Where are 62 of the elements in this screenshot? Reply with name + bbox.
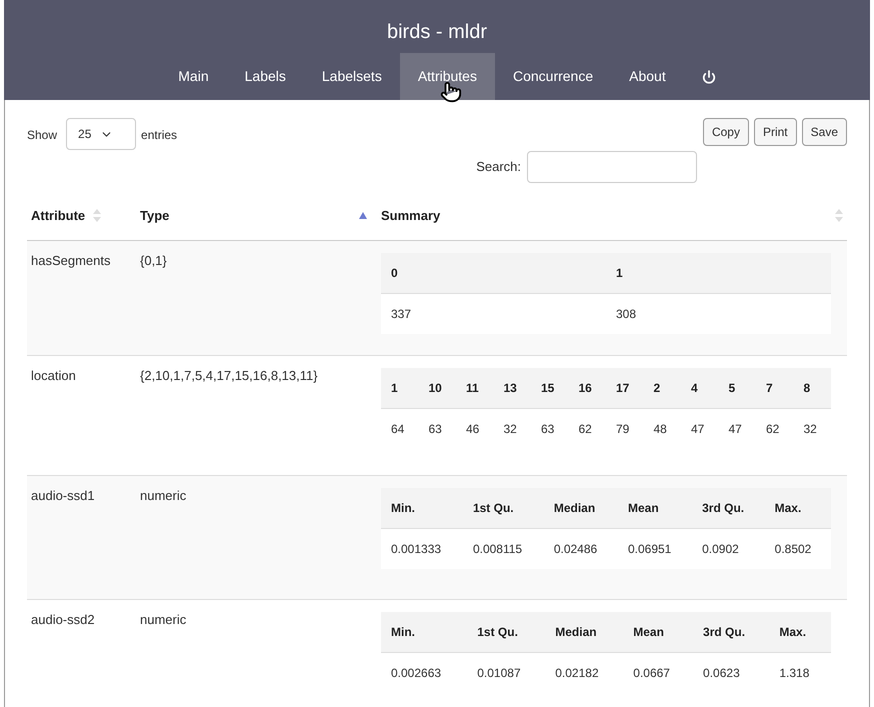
- search-label: Search:: [476, 158, 521, 176]
- attribute-cell-text: audio-ssd2: [30, 611, 96, 629]
- summary-header-cell: 0: [381, 253, 606, 294]
- export-button[interactable]: Copy: [702, 118, 749, 146]
- nav-tab[interactable]: Labelsets: [304, 53, 400, 100]
- nav-tab[interactable]: Concurrence: [494, 53, 612, 100]
- summary-value-cell: 0.06951: [618, 528, 692, 569]
- column-header[interactable]: Type: [140, 191, 381, 240]
- column-header[interactable]: Summary: [381, 191, 847, 240]
- summary-header-cell: Min.: [381, 612, 468, 652]
- entries-label: entries: [141, 127, 178, 144]
- column-header[interactable]: Attribute: [27, 191, 140, 240]
- summary-header-cell: 1: [606, 253, 831, 294]
- summary-header-cell: 5: [718, 368, 756, 408]
- summary-header-cell: 3rd Qu.: [692, 488, 765, 528]
- summary-header-cell: Max.: [769, 612, 831, 652]
- summary-header-cell: Mean: [623, 612, 694, 652]
- summary-value-cell: 0.0902: [692, 528, 765, 569]
- type-cell-text: {2,10,1,7,5,4,17,15,16,8,13,11}: [140, 367, 319, 385]
- show-label: Show: [27, 127, 58, 144]
- summary-value-cell: 308: [606, 294, 831, 334]
- summary-header-cell: 1st Qu.: [467, 612, 546, 652]
- summary-header-cell: Median: [545, 612, 624, 652]
- nav-tab[interactable]: Attributes: [400, 53, 495, 100]
- summary-header-cell: 1: [381, 368, 418, 408]
- type-cell-text: numeric: [140, 611, 188, 629]
- type-cell-text: {0,1}: [140, 252, 168, 270]
- summary-header-cell: Median: [544, 488, 618, 528]
- power-icon: [702, 70, 716, 84]
- summary-header-cell: 11: [456, 368, 494, 408]
- summary-value-cell: 0.02486: [544, 528, 618, 569]
- attribute-cell-text: audio-ssd1: [30, 487, 96, 505]
- entries-dropdown[interactable]: 25: [66, 118, 136, 150]
- type-cell-text: numeric: [140, 487, 188, 505]
- summary-header-cell: 4: [681, 368, 718, 408]
- summary-header-cell: 16: [568, 368, 606, 408]
- hand-cursor-icon: [440, 81, 462, 103]
- summary-value-cell: 0.001333: [381, 528, 463, 569]
- attribute-cell-text: hasSegments: [30, 252, 112, 270]
- nav-tab[interactable]: Main: [160, 53, 227, 100]
- summary-header-cell: 13: [494, 368, 531, 408]
- export-button[interactable]: Print: [754, 118, 797, 146]
- nav-tab[interactable]: Labels: [226, 53, 304, 100]
- attribute-cell-text: location: [30, 367, 77, 385]
- summary-value-cell: 0.008115: [462, 528, 544, 569]
- search-field[interactable]: [527, 151, 697, 183]
- summary-header-cell: 10: [418, 368, 456, 408]
- summary-header-cell: 1st Qu.: [462, 488, 544, 528]
- summary-header-cell: 15: [531, 368, 568, 408]
- summary-header-cell: 7: [756, 368, 794, 408]
- summary-value-cell: 337: [381, 294, 606, 334]
- summary-header-cell: Min.: [381, 488, 463, 528]
- summary-header-cell: 17: [606, 368, 644, 408]
- summary-header-cell: Max.: [764, 488, 831, 528]
- summary-header-cell: 8: [794, 368, 831, 408]
- app-title: birds - mldr: [386, 20, 487, 44]
- summary-header-cell: Mean: [618, 488, 692, 528]
- summary-value-cell: 0.8502: [764, 528, 831, 569]
- export-button[interactable]: Save: [802, 118, 847, 146]
- summary-header-cell: 3rd Qu.: [693, 612, 770, 652]
- summary-header-cell: 2: [644, 368, 681, 408]
- nav-tab[interactable]: About: [611, 53, 684, 100]
